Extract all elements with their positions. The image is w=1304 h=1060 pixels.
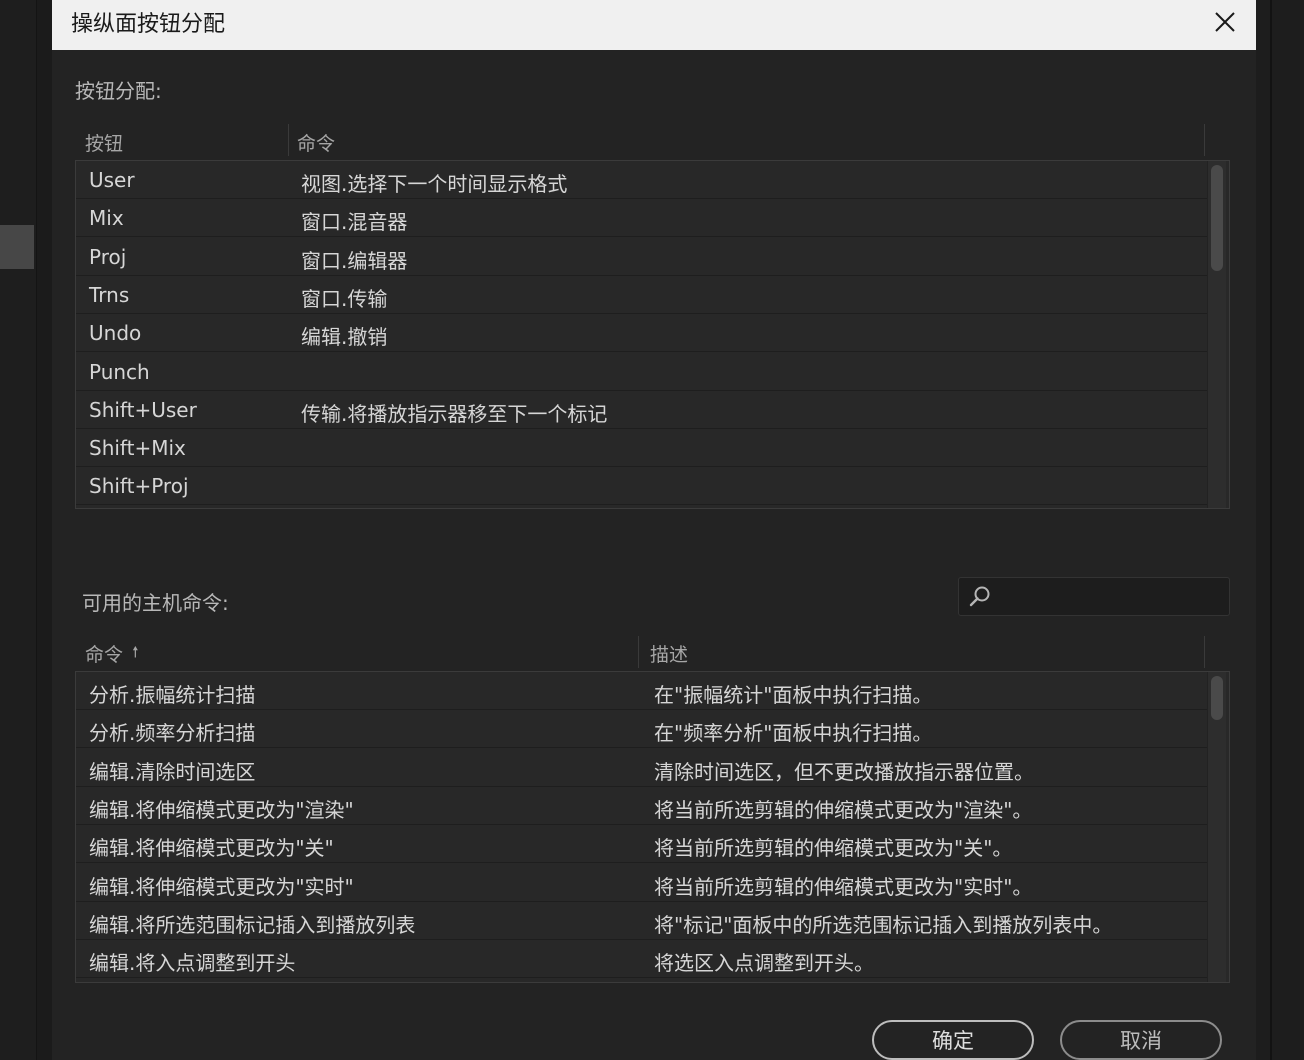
- host_commands-command-cell: 编辑.将伸缩模式更改为"关": [89, 836, 334, 860]
- table-row[interactable]: Shift+Proj: [76, 467, 1207, 505]
- host_commands-command-cell: 编辑.将所选范围标记插入到播放列表: [89, 913, 416, 937]
- host_commands-command-cell: 编辑.清除时间选区: [89, 760, 256, 784]
- assignments-command-cell: 编辑.撤销: [301, 325, 388, 349]
- table-row[interactable]: Proj 窗口.编辑器: [76, 238, 1207, 276]
- control-surface-dialog: 操纵面按钮分配 按钮分配: 按钮 命令 Shift+Proj Shift+Mix S…: [52, 0, 1256, 1060]
- search-icon: [969, 586, 990, 607]
- assignments-command-cell: 传输.将播放指示器移至下一个标记: [301, 402, 608, 426]
- table-row[interactable]: 编辑.将伸缩模式更改为"关" 将当前所选剪辑的伸缩模式更改为"关"。: [76, 825, 1207, 863]
- assignments-command-cell: 视图.选择下一个时间显示格式: [301, 172, 568, 196]
- column-header-description[interactable]: 描述: [650, 640, 688, 667]
- table-row[interactable]: Punch: [76, 353, 1207, 391]
- assignments-button-cell: User: [89, 168, 135, 192]
- table-row[interactable]: Undo 编辑.撤销: [76, 314, 1207, 352]
- host_commands-description-cell: 将"标记"面板中的所选范围标记插入到播放列表中。: [654, 913, 1113, 937]
- host_commands-command-cell: 编辑.将入点调整到开头: [89, 951, 296, 975]
- host_commands-description-cell: 将当前所选剪辑的伸缩模式更改为"渲染"。: [654, 798, 1033, 822]
- column-divider: [1204, 124, 1205, 156]
- assignments-label: 按钮分配:: [75, 79, 162, 103]
- host_commands-description-cell: 在"振幅统计"面板中执行扫描。: [654, 683, 933, 707]
- assignments-button-cell: Proj: [89, 245, 127, 269]
- assignments-button-cell: Shift+Mix: [89, 436, 186, 460]
- background-panel-left: [0, 0, 37, 1060]
- host_commands-description-cell: 将当前所选剪辑的伸缩模式更改为"关"。: [654, 836, 1013, 860]
- assignments-button-cell: Mix: [89, 206, 124, 230]
- host_commands-description-cell: 将当前所选剪辑的伸缩模式更改为"实时"。: [654, 875, 1033, 899]
- table-row[interactable]: 编辑.将所选范围标记插入到播放列表 将"标记"面板中的所选范围标记插入到播放列表中…: [76, 902, 1207, 940]
- table-row[interactable]: 编辑.将伸缩模式更改为"渲染" 将当前所选剪辑的伸缩模式更改为"渲染"。: [76, 787, 1207, 825]
- assignments-command-cell: 窗口.传输: [301, 287, 388, 311]
- host_commands-description-cell: 清除时间选区，但不更改播放指示器位置。: [654, 760, 1034, 784]
- cancel-button[interactable]: 取消: [1060, 1020, 1222, 1060]
- assignments-scroll-thumb[interactable]: [1211, 165, 1223, 271]
- host_commands-command-cell: 分析.频率分析扫描: [89, 721, 256, 745]
- table-row[interactable]: 编辑.将入点调整到开头 将选区入点调整到开头。: [76, 940, 1207, 978]
- background-divider: [1270, 0, 1272, 1060]
- command-search-input[interactable]: [958, 577, 1230, 616]
- column-header-command[interactable]: 命令 🠕: [85, 640, 139, 671]
- dialog-titlebar: 操纵面按钮分配: [52, 0, 1256, 50]
- sort-ascending-icon: 🠕: [132, 643, 139, 661]
- table-row[interactable]: 编辑.清除时间选区 清除时间选区，但不更改播放指示器位置。: [76, 749, 1207, 787]
- table-row[interactable]: Mix 窗口.混音器: [76, 199, 1207, 237]
- host_commands-command-cell: 编辑.将伸缩模式更改为"实时": [89, 875, 354, 899]
- host-commands-scrollbar[interactable]: [1207, 672, 1226, 982]
- host_commands-description-cell: 在"频率分析"面板中执行扫描。: [654, 721, 933, 745]
- table-row[interactable]: Shift+Mix: [76, 429, 1207, 467]
- assignments-button-cell: Shift+User: [89, 398, 197, 422]
- column-header-button[interactable]: 按钮: [85, 129, 123, 156]
- column-header-command-label: 命令: [85, 644, 124, 666]
- host-commands-label: 可用的主机命令:: [82, 591, 229, 615]
- assignments-scrollbar[interactable]: [1207, 161, 1226, 508]
- host_commands-description-cell: 将选区入点调整到开头。: [654, 951, 874, 975]
- table-row[interactable]: Trns 窗口.传输: [76, 276, 1207, 314]
- close-icon: [1215, 12, 1235, 32]
- table-row[interactable]: 编辑.将伸缩模式更改为"实时" 将当前所选剪辑的伸缩模式更改为"实时"。: [76, 864, 1207, 902]
- assignments-command-cell: 窗口.混音器: [301, 210, 408, 234]
- assignments-button-cell: Shift+Proj: [89, 474, 189, 498]
- column-divider: [1204, 636, 1205, 668]
- assignments-table[interactable]: Shift+Proj Shift+Mix Shift+User 传输.将播放指示器移至…: [75, 160, 1230, 509]
- background-panel-right: [1256, 0, 1304, 1060]
- assignments-button-cell: Punch: [89, 360, 150, 384]
- column-divider[interactable]: [288, 124, 289, 156]
- dialog-title: 操纵面按钮分配: [71, 12, 226, 37]
- assignments-button-cell: Trns: [89, 283, 130, 307]
- background-panel-tab: [0, 225, 34, 269]
- host-commands-table[interactable]: 编辑.将入点调整到开头 将选区入点调整到开头。 编辑.将所选范围标记插入到播放列表 将…: [75, 671, 1230, 983]
- column-header-command[interactable]: 命令: [297, 129, 335, 156]
- assignments-command-cell: 窗口.编辑器: [301, 249, 408, 273]
- table-row[interactable]: 分析.振幅统计扫描 在"振幅统计"面板中执行扫描。: [76, 672, 1207, 710]
- column-divider[interactable]: [638, 636, 639, 668]
- close-button[interactable]: [1194, 0, 1256, 44]
- host-commands-scroll-thumb[interactable]: [1211, 676, 1223, 720]
- ok-button[interactable]: 确定: [872, 1020, 1034, 1060]
- assignments-button-cell: Undo: [89, 321, 142, 345]
- host_commands-command-cell: 编辑.将伸缩模式更改为"渲染": [89, 798, 354, 822]
- table-row[interactable]: User 视图.选择下一个时间显示格式: [76, 161, 1207, 199]
- table-row[interactable]: 分析.频率分析扫描 在"频率分析"面板中执行扫描。: [76, 710, 1207, 748]
- table-row[interactable]: Shift+User 传输.将播放指示器移至下一个标记: [76, 391, 1207, 429]
- host_commands-command-cell: 分析.振幅统计扫描: [89, 683, 256, 707]
